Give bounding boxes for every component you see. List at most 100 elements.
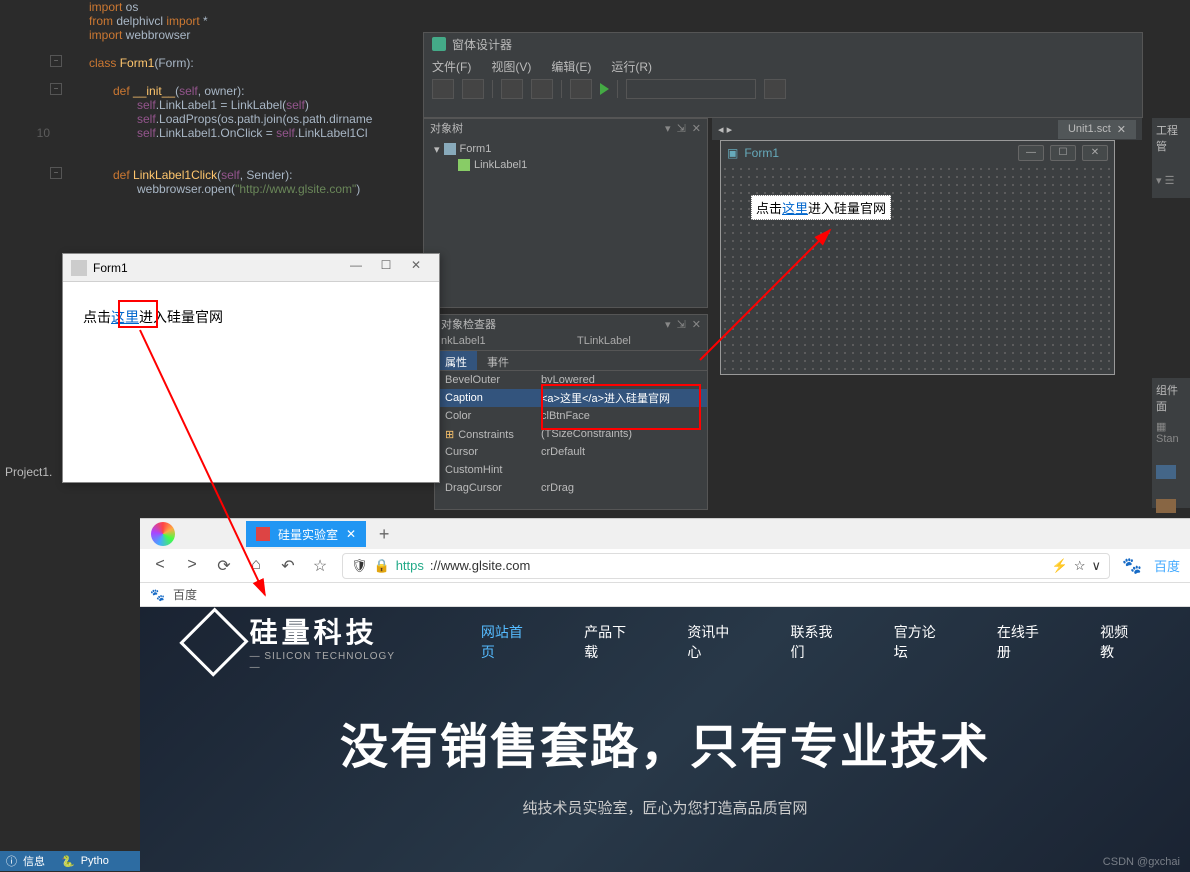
watermark: CSDN @gxchai: [1103, 856, 1180, 868]
nav-home[interactable]: 网站首页: [481, 622, 534, 662]
designer-title: 窗体设计器: [424, 33, 1142, 55]
property-row[interactable]: ⊞Constraints(TSizeConstraints): [435, 425, 707, 443]
nav-next-icon[interactable]: ▸: [727, 124, 733, 136]
baidu-icon[interactable]: 🐾: [1122, 556, 1142, 576]
property-row[interactable]: CursorcrDefault: [435, 443, 707, 461]
menu-run[interactable]: 运行(R): [611, 58, 652, 75]
forward-button[interactable]: >: [182, 556, 202, 576]
toolbar-button[interactable]: [432, 79, 454, 99]
star-icon[interactable]: ☆: [1074, 558, 1086, 574]
link-label-component[interactable]: 点击这里进入硅量官网: [751, 195, 891, 220]
address-bar[interactable]: 🛡 🔒 https://www.glsite.com ⚡ ☆ ∨: [342, 553, 1110, 579]
close-icon[interactable]: ✕: [692, 318, 701, 331]
toolbar-button[interactable]: [764, 79, 786, 99]
lock-icon: 🔒: [374, 558, 390, 574]
form1-title-text: Form1: [93, 261, 128, 275]
component-icon: [458, 159, 470, 171]
design-form-titlebar[interactable]: ▣ Form1 — ☐ ✕: [721, 141, 1114, 165]
tree-node-form1[interactable]: ▾ Form1: [434, 141, 697, 157]
form1-body: 点击这里进入硅量官网: [63, 282, 439, 352]
form1-window[interactable]: Form1 — ☐ ✕ 点击这里进入硅量官网: [62, 253, 440, 483]
form-icon: [444, 143, 456, 155]
minimize-button[interactable]: —: [341, 258, 371, 278]
pin-icon[interactable]: ⇲: [677, 318, 686, 331]
undo-button[interactable]: ↶: [278, 556, 298, 576]
toolbar-button[interactable]: [531, 79, 553, 99]
browser-logo[interactable]: [148, 519, 178, 549]
inspector-object-selector[interactable]: nkLabel1 TLinkLabel: [435, 333, 707, 351]
property-row[interactable]: DragCursorcrDrag: [435, 479, 707, 497]
close-button[interactable]: ✕: [401, 258, 431, 278]
site-logo[interactable]: 硅量科技 — SILICON TECHNOLOGY —: [190, 611, 401, 673]
collapse-icon[interactable]: ▾: [434, 143, 440, 156]
canvas-area: ◂ ▸ Unit1.sct ✕: [712, 118, 1142, 140]
link-label-link[interactable]: 这里: [111, 309, 139, 325]
browser-window[interactable]: 硅量实验室 ✕ + < > ⟳ ⌂ ↶ ☆ 🛡 🔒 https://www.gl…: [140, 518, 1190, 871]
app-icon: [71, 260, 87, 276]
nav-forum[interactable]: 官方论坛: [894, 622, 947, 662]
toolbar-button[interactable]: [501, 79, 523, 99]
new-tab-button[interactable]: +: [374, 524, 394, 544]
menu-file[interactable]: 文件(F): [432, 58, 471, 75]
maximize-button[interactable]: ☐: [1050, 145, 1076, 161]
minimize-button[interactable]: —: [1018, 145, 1044, 161]
browser-tab[interactable]: 硅量实验室 ✕: [246, 521, 366, 547]
bookmarks-bar[interactable]: 🐾 百度: [140, 583, 1190, 607]
dropdown-icon[interactable]: ▾: [665, 318, 671, 331]
nav-manual[interactable]: 在线手册: [997, 622, 1050, 662]
property-row[interactable]: CustomHint: [435, 461, 707, 479]
close-icon[interactable]: ✕: [346, 527, 356, 541]
nav-download[interactable]: 产品下载: [584, 622, 637, 662]
nav-video[interactable]: 视频教: [1100, 622, 1140, 662]
bookmark-star-icon[interactable]: ☆: [310, 556, 330, 576]
property-row[interactable]: BevelOuterbvLowered: [435, 371, 707, 389]
tab-properties[interactable]: 属性: [435, 351, 477, 370]
site-nav: 硅量科技 — SILICON TECHNOLOGY — 网站首页 产品下载 资讯…: [140, 607, 1190, 677]
nav-news[interactable]: 资讯中心: [687, 622, 740, 662]
home-button[interactable]: ⌂: [246, 556, 266, 576]
inspector-title: 对象检查器: [441, 316, 496, 332]
menu-edit[interactable]: 编辑(E): [551, 58, 591, 75]
object-tree-panel[interactable]: 对象树 ▾⇲✕ ▾ Form1 LinkLabel1: [423, 118, 708, 308]
menu-view[interactable]: 视图(V): [491, 58, 531, 75]
line-gutter: 10: [0, 0, 55, 520]
flash-icon[interactable]: ⚡: [1052, 558, 1068, 574]
dropdown-icon[interactable]: ▾: [665, 122, 671, 135]
fold-icon[interactable]: −: [50, 83, 62, 95]
close-icon[interactable]: ✕: [692, 122, 701, 135]
property-row[interactable]: ColorclBtnFace: [435, 407, 707, 425]
toolbar-button[interactable]: [462, 79, 484, 99]
maximize-button[interactable]: ☐: [371, 258, 401, 278]
run-button[interactable]: [600, 83, 609, 95]
nav-contact[interactable]: 联系我们: [791, 622, 844, 662]
canvas-tab[interactable]: Unit1.sct ✕: [1058, 120, 1136, 139]
designer-menu[interactable]: 文件(F) 视图(V) 编辑(E) 运行(R): [424, 55, 1142, 77]
hero-title: 没有销售套路，只有专业技术: [140, 707, 1190, 777]
property-row[interactable]: Caption<a>这里</a>进入硅量官网: [435, 389, 707, 407]
form-icon: ▣: [727, 146, 738, 160]
property-grid[interactable]: BevelOuterbvLoweredCaption<a>这里</a>进入硅量官…: [435, 371, 707, 497]
design-form[interactable]: ▣ Form1 — ☐ ✕ 点击这里进入硅量官网: [720, 140, 1115, 375]
form-designer-panel: 窗体设计器 文件(F) 视图(V) 编辑(E) 运行(R): [423, 32, 1143, 118]
toolbar-button[interactable]: [570, 79, 592, 99]
project-manager-collapsed[interactable]: 工程管 ▾ ☰: [1152, 118, 1190, 198]
close-icon[interactable]: ✕: [1117, 123, 1126, 136]
close-button[interactable]: ✕: [1082, 145, 1108, 161]
tab-events[interactable]: 事件: [477, 351, 519, 370]
python-icon: 🐍: [61, 855, 75, 868]
component-palette-collapsed[interactable]: 组件面 ▦ Stan: [1152, 378, 1190, 508]
code-content[interactable]: import osfrom delphivcl import *import w…: [65, 0, 372, 196]
object-inspector-panel[interactable]: 对象检查器 ▾ ⇲ ✕ nkLabel1 TLinkLabel 属性 事件 Beve…: [434, 314, 708, 510]
info-icon: ⓘ: [6, 853, 17, 869]
back-button[interactable]: <: [150, 556, 170, 576]
toolbar-combo[interactable]: [626, 79, 756, 99]
fold-icon[interactable]: −: [50, 167, 62, 179]
reload-button[interactable]: ⟳: [214, 556, 234, 576]
form1-titlebar[interactable]: Form1 — ☐ ✕: [63, 254, 439, 282]
pin-icon[interactable]: ⇲: [677, 122, 686, 135]
status-bar[interactable]: ⓘ 信息 🐍 Pytho: [0, 851, 145, 871]
tree-node-linklabel[interactable]: LinkLabel1: [434, 157, 697, 173]
dropdown-icon[interactable]: ∨: [1091, 558, 1101, 574]
fold-icon[interactable]: −: [50, 55, 62, 67]
nav-prev-icon[interactable]: ◂: [718, 124, 724, 136]
